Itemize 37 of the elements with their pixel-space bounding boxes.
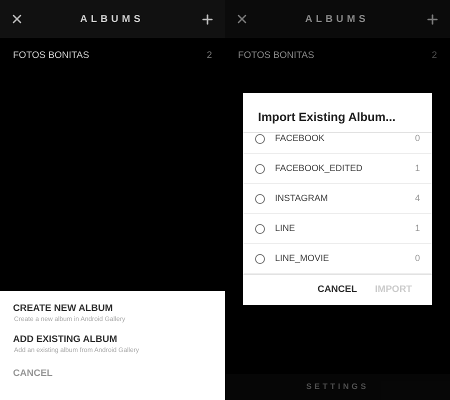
- album-count: 2: [206, 49, 212, 64]
- album-row[interactable]: FOTOS BONITAS 2: [225, 38, 450, 75]
- option-name: FACEBOOK_EDITED: [275, 162, 364, 175]
- header-title: ALBUMS: [80, 12, 144, 26]
- option-name: FACEBOOK: [275, 133, 326, 145]
- option-count: 0: [414, 133, 420, 145]
- dialog-title: Import Existing Album...: [257, 109, 397, 126]
- radio-button[interactable]: [255, 134, 265, 144]
- album-option[interactable]: LINE 1: [243, 214, 432, 244]
- add-icon[interactable]: [200, 12, 215, 26]
- album-option[interactable]: FACEBOOK_EDITED 1: [243, 154, 432, 184]
- action-title: CREATE NEW ALBUM: [13, 303, 114, 315]
- action-title: ADD EXISTING ALBUM: [13, 334, 118, 346]
- album-option[interactable]: FACEBOOK 0: [243, 133, 432, 154]
- radio-button[interactable]: [255, 194, 265, 204]
- cancel-button[interactable]: CANCEL: [317, 282, 358, 298]
- option-count: 4: [414, 192, 420, 205]
- option-name: LINE_MOVIE: [275, 252, 330, 265]
- album-name: FOTOS BONITAS: [238, 49, 314, 64]
- option-name: LINE: [275, 222, 296, 235]
- album-count: 2: [432, 49, 437, 64]
- settings-label: SETTINGS: [306, 381, 369, 393]
- option-count: 1: [414, 162, 420, 175]
- radio-button[interactable]: [255, 254, 265, 264]
- radio-button[interactable]: [255, 164, 265, 174]
- option-count: 0: [414, 252, 420, 265]
- option-name: INSTAGRAM: [275, 192, 329, 205]
- album-option[interactable]: INSTAGRAM 4: [243, 184, 432, 214]
- option-count: 1: [414, 222, 420, 235]
- album-row[interactable]: FOTOS BONITAS 2: [0, 38, 225, 75]
- radio-button[interactable]: [255, 224, 265, 234]
- close-icon[interactable]: [10, 12, 24, 26]
- album-option[interactable]: LINE_MOVIE 0: [243, 244, 432, 274]
- header-title: ALBUMS: [305, 12, 369, 26]
- add-icon[interactable]: [425, 12, 440, 26]
- close-icon[interactable]: [235, 12, 249, 26]
- album-name: FOTOS BONITAS: [13, 49, 90, 64]
